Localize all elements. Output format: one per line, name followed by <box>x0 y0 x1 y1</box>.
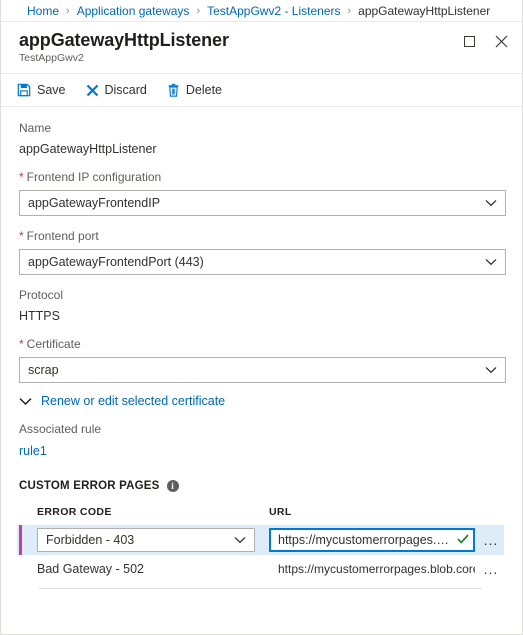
table-divider <box>39 588 482 589</box>
frontend-ip-label: * Frontend IP configuration <box>19 170 506 185</box>
frontend-port-dropdown[interactable]: appGatewayFrontendPort (443) <box>19 249 506 275</box>
column-header-url: URL <box>269 506 292 518</box>
error-code-value: Bad Gateway - 502 <box>37 562 145 576</box>
frontend-ip-label-text: Frontend IP configuration <box>26 170 162 184</box>
associated-rule-label: Associated rule <box>19 422 102 436</box>
url-input[interactable]: https://mycustomerrorpages.blob.core.w <box>269 528 475 552</box>
column-header-error-code: ERROR CODE <box>37 506 112 518</box>
blade-header: appGatewayHttpListener TestAppGwv2 <box>1 22 522 74</box>
custom-error-pages-header: CUSTOM ERROR PAGES i <box>19 480 506 492</box>
title-group: appGatewayHttpListener TestAppGwv2 <box>19 29 229 65</box>
certificate-value: scrap <box>28 363 59 377</box>
row-menu-button[interactable]: ... <box>480 561 502 577</box>
breadcrumb-item-application-gateways[interactable]: Application gateways <box>77 4 190 18</box>
url-cell: https://mycustomerrorpages.blob.core.win… <box>262 561 504 577</box>
error-code-cell: Bad Gateway - 502 <box>17 562 262 576</box>
url-cell: https://mycustomerrorpages.blob.core.w .… <box>262 528 504 552</box>
page-title: appGatewayHttpListener <box>19 30 229 50</box>
breadcrumb-item-current: appGatewayHttpListener <box>358 3 491 18</box>
renew-certificate-link[interactable]: Renew or edit selected certificate <box>41 394 225 408</box>
custom-error-pages-title: CUSTOM ERROR PAGES <box>19 480 160 492</box>
valid-check-icon <box>457 534 469 547</box>
frontend-ip-value: appGatewayFrontendIP <box>28 196 161 210</box>
save-button[interactable]: Save <box>17 74 66 106</box>
required-asterisk: * <box>19 337 24 351</box>
name-label: Name <box>19 121 52 135</box>
field-certificate: * Certificate scrap <box>19 337 506 383</box>
discard-label: Discard <box>104 83 147 97</box>
trash-icon <box>167 83 180 97</box>
save-label: Save <box>37 83 66 97</box>
field-frontend-port: * Frontend port appGatewayFrontendPort (4… <box>19 229 506 275</box>
renew-certificate-expander[interactable]: Renew or edit selected certificate <box>19 394 506 408</box>
url-input-value: https://mycustomerrorpages.blob.core.w <box>278 533 453 547</box>
info-icon[interactable]: i <box>166 480 179 492</box>
frontend-port-value: appGatewayFrontendPort (443) <box>28 255 204 269</box>
save-icon <box>17 83 31 97</box>
breadcrumb-separator-icon: › <box>66 4 70 17</box>
table-header-row: ERROR CODE URL <box>17 506 504 525</box>
breadcrumb-item-testappgwv2-listeners[interactable]: TestAppGwv2 - Listeners <box>207 4 340 18</box>
chevron-down-icon <box>485 255 497 269</box>
maximize-icon <box>463 35 475 47</box>
error-code-value: Forbidden - 403 <box>46 533 135 547</box>
chevron-down-icon <box>485 196 497 210</box>
discard-button[interactable]: Discard <box>86 74 147 106</box>
window-controls <box>458 31 512 51</box>
required-asterisk: * <box>19 170 24 184</box>
listener-blade: Home › Application gateways › TestAppGwv… <box>0 0 523 635</box>
field-frontend-ip-configuration: * Frontend IP configuration appGatewayFro… <box>19 170 506 216</box>
command-bar: Save Discard Delete <box>1 74 522 107</box>
listener-form: Name appGatewayHttpListener * Frontend IP… <box>1 107 522 634</box>
certificate-label: * Certificate <box>19 337 506 352</box>
close-button[interactable] <box>490 31 512 51</box>
frontend-port-label-text: Frontend port <box>26 229 99 243</box>
chevron-down-icon <box>19 397 32 406</box>
error-code-dropdown[interactable]: Forbidden - 403 <box>37 528 255 552</box>
breadcrumb-separator-icon: › <box>347 4 352 17</box>
protocol-label: Protocol <box>19 288 64 302</box>
page-subtitle: TestAppGwv2 <box>19 52 84 64</box>
table-row[interactable]: Bad Gateway - 502 https://mycustomerrorp… <box>17 555 504 583</box>
protocol-value: HTTPS <box>19 309 60 323</box>
close-icon <box>495 35 507 47</box>
error-code-cell: Forbidden - 403 <box>17 528 262 552</box>
delete-label: Delete <box>185 83 223 97</box>
breadcrumb-item-home[interactable]: Home <box>27 4 59 18</box>
chevron-down-icon <box>485 363 497 377</box>
field-protocol: Protocol HTTPS <box>19 288 506 324</box>
discard-icon <box>86 84 99 97</box>
field-associated-rule: Associated rule rule1 <box>19 422 506 460</box>
associated-rule-link[interactable]: rule1 <box>19 444 47 458</box>
url-value: https://mycustomerrorpages.blob.core.win… <box>278 562 475 576</box>
breadcrumb: Home › Application gateways › TestAppGwv… <box>1 0 522 22</box>
maximize-button[interactable] <box>458 31 480 51</box>
frontend-port-label: * Frontend port <box>19 229 506 244</box>
required-asterisk: * <box>19 229 24 243</box>
table-row[interactable]: Forbidden - 403 https://mycustomerrorpag… <box>17 525 504 555</box>
certificate-dropdown[interactable]: scrap <box>19 357 506 383</box>
frontend-ip-dropdown[interactable]: appGatewayFrontendIP <box>19 190 506 216</box>
delete-button[interactable]: Delete <box>167 74 222 106</box>
chevron-down-icon <box>234 533 246 547</box>
name-value: appGatewayHttpListener <box>19 142 157 156</box>
custom-error-pages-table: ERROR CODE URL Forbidden - 403 https://m… <box>17 506 504 589</box>
breadcrumb-separator-icon: › <box>196 4 201 17</box>
field-name: Name appGatewayHttpListener <box>19 121 506 157</box>
certificate-label-text: Certificate <box>26 337 81 351</box>
row-menu-button[interactable]: ... <box>480 532 502 548</box>
